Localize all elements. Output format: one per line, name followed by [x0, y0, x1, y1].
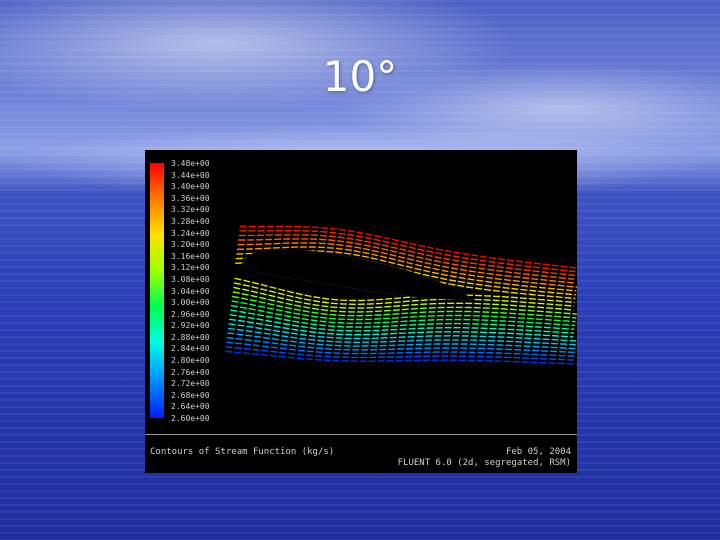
footer-divider	[145, 434, 577, 435]
solver-info: FLUENT 6.0 (2d, segregated, RSM)	[397, 458, 571, 468]
legend-label: 2.64e+00	[171, 402, 210, 412]
plot-caption: Contours of Stream Function (kg/s)	[150, 447, 335, 457]
legend-label: 3.48e+00	[171, 159, 210, 168]
slide-title: 10°	[322, 52, 398, 101]
legend-label: 3.28e+00	[171, 216, 210, 226]
legend-label: 3.16e+00	[171, 251, 210, 261]
legend-label: 2.68e+00	[171, 390, 210, 400]
legend-label: 3.04e+00	[171, 286, 210, 296]
streamline	[232, 295, 577, 319]
legend-label: 2.88e+00	[171, 332, 210, 342]
plot-date: Feb 05, 2004	[505, 447, 571, 457]
legend-label: 3.08e+00	[171, 274, 210, 284]
airfoil-shape	[242, 249, 476, 301]
legend-label: 3.24e+00	[171, 228, 210, 238]
legend-label: 2.60e+00	[171, 414, 210, 423]
legend-label: 3.44e+00	[171, 170, 210, 180]
streamline	[231, 300, 576, 323]
legend-label: 2.80e+00	[171, 356, 210, 366]
legend-label: 2.92e+00	[171, 321, 210, 331]
legend-label: 2.76e+00	[171, 367, 210, 377]
legend-label: 2.84e+00	[171, 344, 210, 354]
legend-label: 3.36e+00	[171, 193, 210, 203]
legend-label: 3.32e+00	[171, 205, 210, 215]
legend-label: 3.00e+00	[171, 298, 210, 308]
legend-label: 2.72e+00	[171, 379, 210, 389]
legend-label: 3.40e+00	[171, 182, 210, 192]
legend-label: 3.20e+00	[171, 240, 210, 250]
streamline	[230, 304, 576, 327]
contour-figure: 3.48e+00 3.44e+00 3.40e+00 3.36e+00 3.32e+00…	[145, 150, 577, 473]
legend-label: 2.96e+00	[171, 309, 210, 319]
legend-label: 3.12e+00	[171, 263, 210, 273]
streamline	[228, 323, 577, 342]
color-bar	[150, 163, 164, 418]
